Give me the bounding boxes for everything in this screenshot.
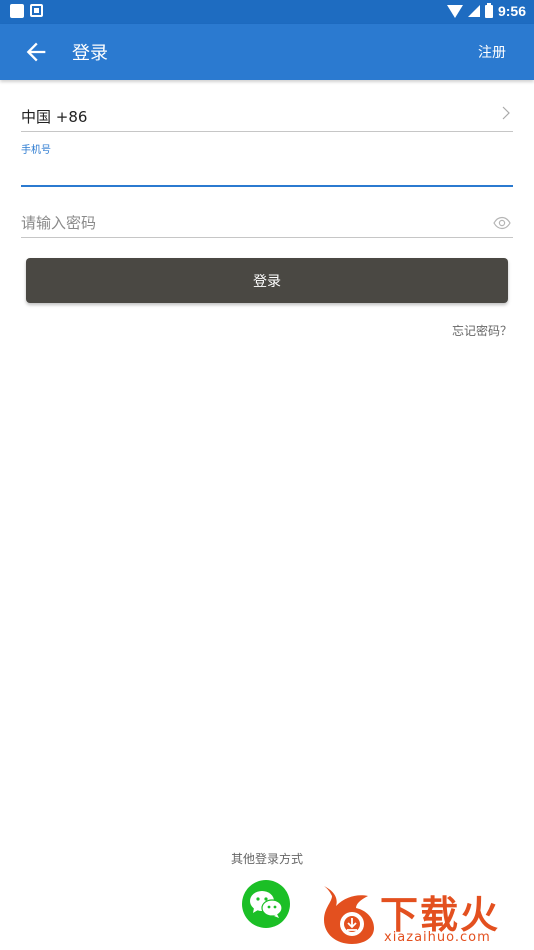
status-bar: 9:56: [0, 0, 534, 24]
signal-icon: [467, 5, 480, 17]
password-field: [21, 212, 513, 238]
phone-input[interactable]: [21, 156, 513, 184]
notification-icons: [10, 4, 43, 18]
watermark-url: xiazaihuo.com: [384, 930, 491, 945]
phone-label: 手机号: [21, 145, 51, 156]
phone-field: [21, 156, 513, 187]
country-selector[interactable]: 中国 +86: [21, 106, 513, 132]
login-button[interactable]: 登录: [26, 258, 508, 303]
flame-logo-icon: [324, 886, 374, 944]
back-button[interactable]: [22, 38, 50, 66]
country-code: 中国 +86: [21, 108, 88, 126]
notification-icon: [10, 4, 24, 18]
forgot-password-link[interactable]: 忘记密码？: [452, 322, 512, 339]
other-login-label: 其他登录方式: [230, 852, 303, 866]
status-indicators: 9:56: [446, 2, 526, 19]
page-title: 登录: [72, 43, 108, 64]
wifi-icon: [446, 4, 463, 18]
app-notification-icon: [30, 4, 43, 17]
chevron-right-icon: [502, 106, 510, 120]
password-input[interactable]: [21, 212, 464, 234]
wechat-login-button[interactable]: [242, 880, 290, 928]
wechat-icon: [250, 891, 283, 918]
register-button[interactable]: 注册: [478, 42, 506, 62]
watermark: 下载火 xiazaihuo.com: [314, 880, 534, 946]
arrow-left-icon: [26, 42, 46, 62]
battery-icon: [484, 2, 493, 18]
app-bar: 登录 注册: [0, 24, 534, 80]
clock: 9:56: [497, 3, 526, 19]
eye-icon[interactable]: [493, 216, 511, 230]
